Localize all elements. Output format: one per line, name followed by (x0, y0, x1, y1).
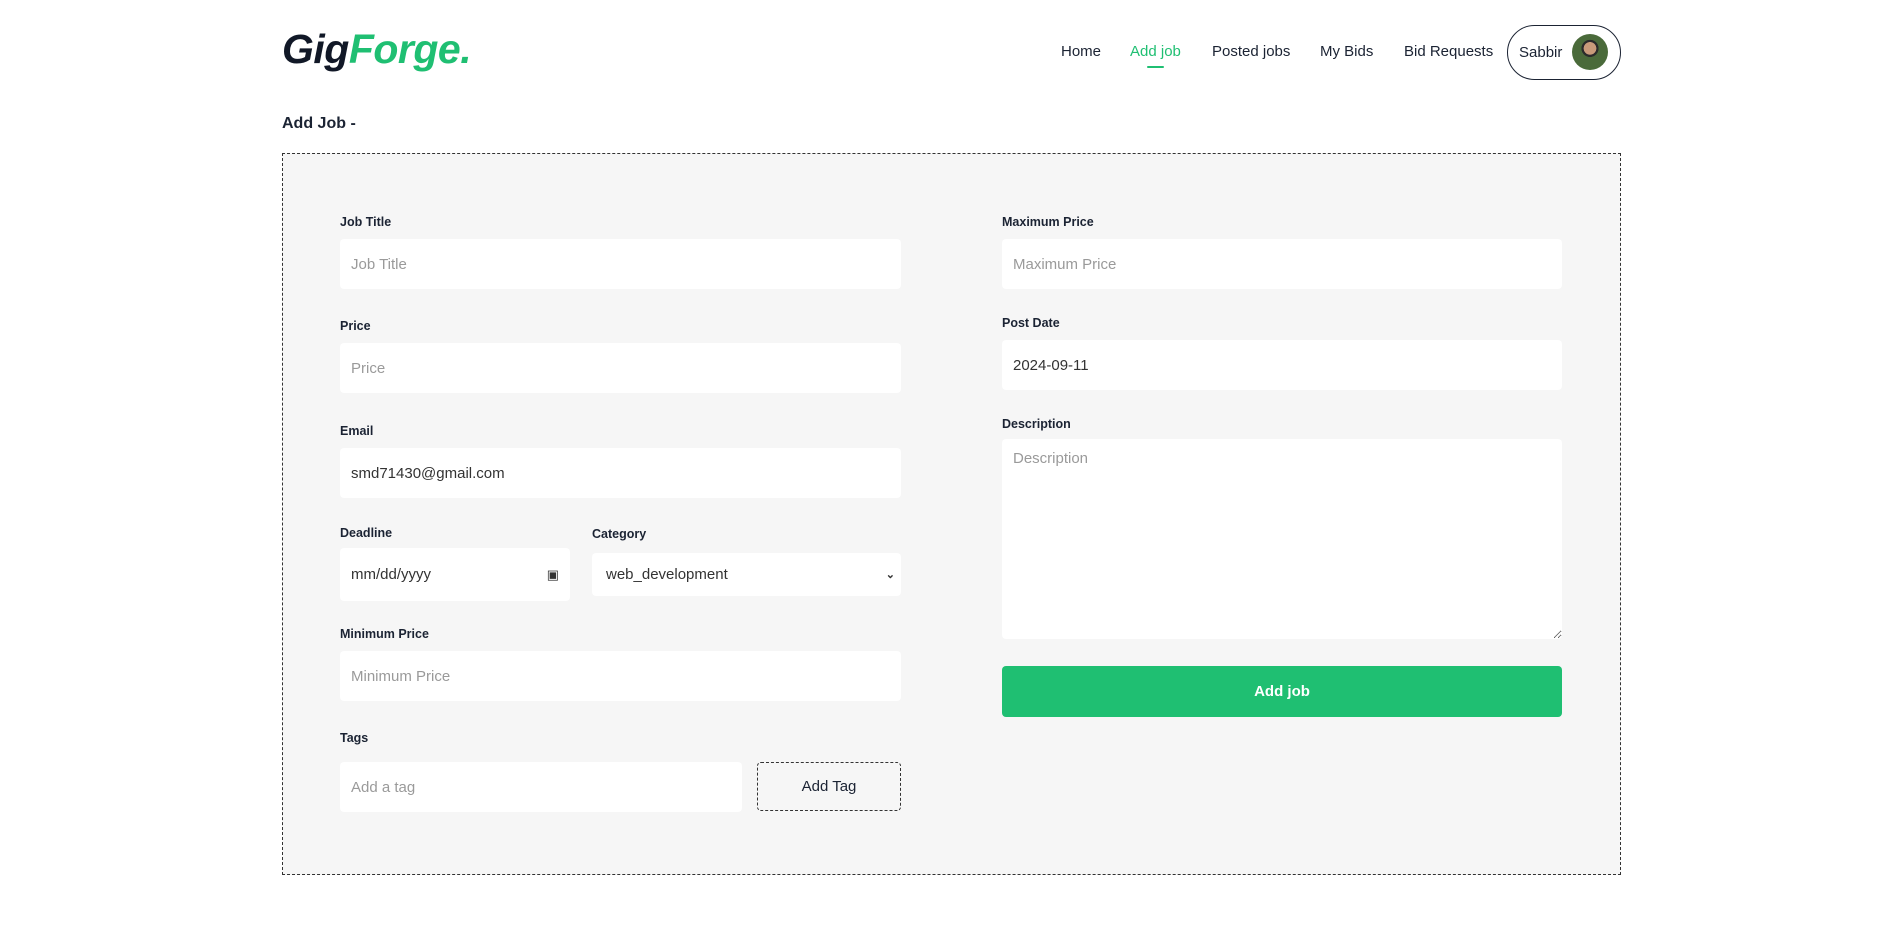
category-select[interactable]: web_development ⌄ (592, 553, 901, 596)
page-title: Add Job - (282, 115, 356, 132)
calendar-icon[interactable]: ▣ (547, 567, 559, 583)
logo[interactable]: GigForge. (282, 26, 472, 73)
post-date-label: Post Date (1002, 316, 1060, 330)
price-input[interactable] (340, 343, 901, 393)
nav-bid-requests[interactable]: Bid Requests (1404, 43, 1493, 60)
deadline-input[interactable]: mm/dd/yyyy ▣ (340, 548, 570, 601)
description-textarea[interactable] (1002, 439, 1562, 639)
min-price-label: Minimum Price (340, 627, 429, 641)
chevron-down-icon: ⌄ (885, 569, 895, 581)
tags-label: Tags (340, 731, 369, 745)
post-date-input[interactable] (1002, 340, 1562, 390)
nav-my-bids[interactable]: My Bids (1320, 43, 1373, 60)
deadline-label: Deadline (340, 526, 393, 540)
job-title-label: Job Title (340, 215, 392, 229)
add-tag-button[interactable]: Add Tag (757, 762, 901, 811)
tag-input[interactable] (340, 762, 742, 812)
email-label: Email (340, 424, 374, 438)
avatar (1572, 34, 1608, 70)
nav-posted-jobs[interactable]: Posted jobs (1212, 43, 1290, 60)
job-title-input[interactable] (340, 239, 901, 289)
user-menu[interactable]: Sabbir (1507, 25, 1621, 80)
add-job-button[interactable]: Add job (1002, 666, 1562, 717)
min-price-input[interactable] (340, 651, 901, 701)
email-input[interactable] (340, 448, 901, 498)
user-name: Sabbir (1519, 44, 1563, 61)
max-price-input[interactable] (1002, 239, 1562, 289)
max-price-label: Maximum Price (1002, 215, 1094, 229)
category-label: Category (592, 527, 647, 541)
description-label: Description (1002, 417, 1071, 431)
price-label: Price (340, 319, 371, 333)
nav-add-job[interactable]: Add job (1130, 43, 1181, 68)
nav-home[interactable]: Home (1061, 43, 1101, 60)
